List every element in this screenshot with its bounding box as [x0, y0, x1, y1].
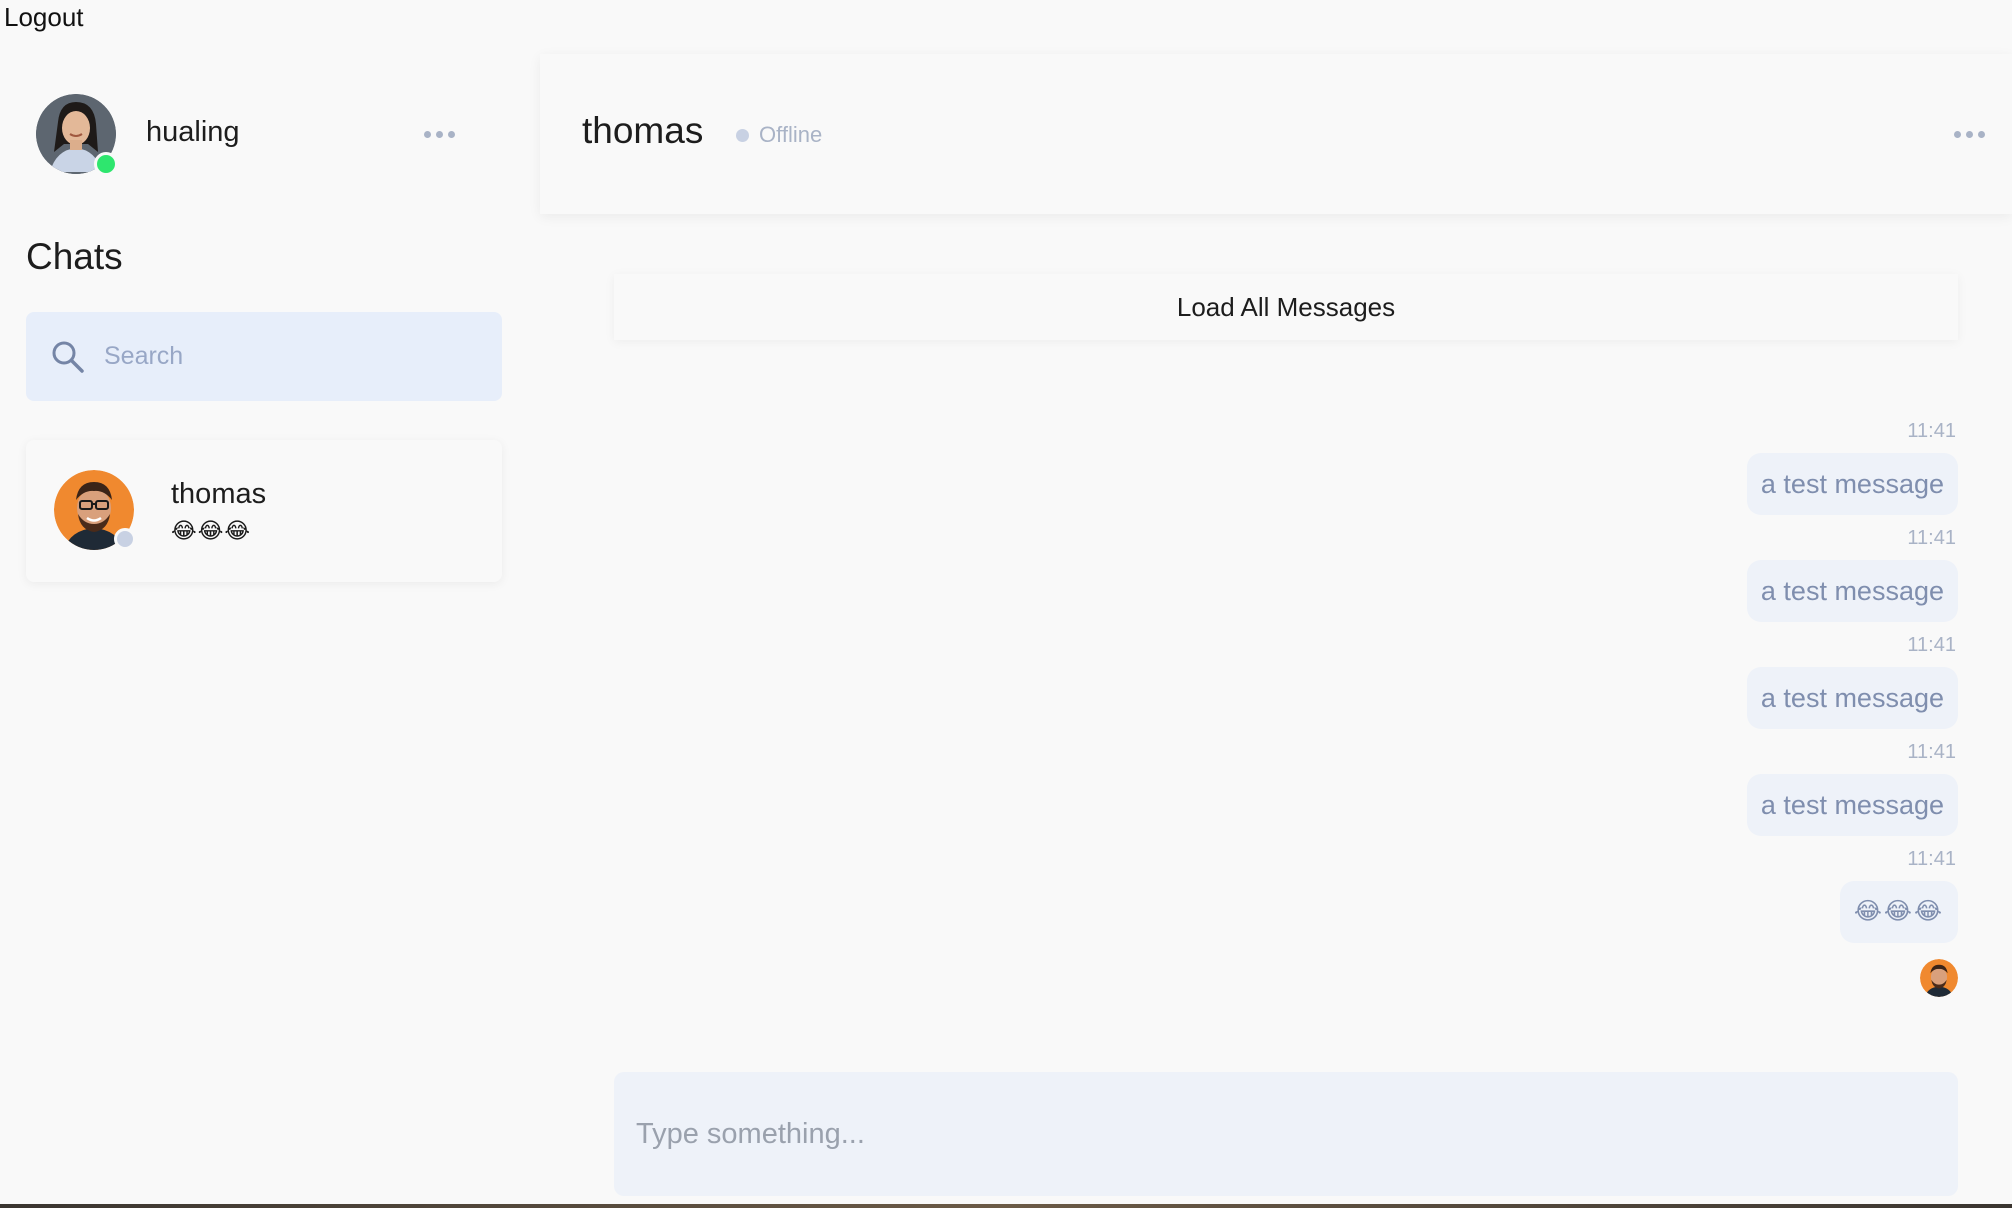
- conversation-header: thomas Offline: [540, 54, 2012, 214]
- offline-status-dot: [114, 528, 136, 550]
- conversation-options-more-icon[interactable]: [1954, 131, 1985, 138]
- search-icon: [52, 341, 84, 373]
- message-timestamp: 11:41: [1907, 848, 1956, 870]
- current-user-name: hualing: [146, 116, 240, 148]
- message-list: 11:41 a test message 11:41 a test messag…: [1358, 420, 1958, 997]
- message-timestamp: 11:41: [1907, 741, 1956, 763]
- message-bubble: 😂😂😂: [1839, 881, 1958, 943]
- message-input[interactable]: [634, 1116, 1934, 1152]
- contact-status: Offline: [736, 122, 822, 148]
- chat-list-item-name: thomas: [171, 478, 267, 510]
- window-bottom-edge: [0, 1204, 2012, 1208]
- chat-app: Logout hualing Chats Search thomas 😂😂😂 t…: [0, 0, 2012, 1208]
- chat-list-item[interactable]: thomas 😂😂😂: [26, 440, 502, 582]
- search-input[interactable]: [102, 341, 482, 372]
- search-bar: [26, 312, 502, 401]
- contact-name: thomas: [582, 110, 704, 151]
- chats-heading: Chats: [26, 236, 123, 277]
- chat-list-item-preview: 😂😂😂: [171, 518, 252, 543]
- message-bubble: a test message: [1746, 667, 1958, 729]
- contact-status-label: Offline: [759, 122, 823, 147]
- message-timestamp: 11:41: [1907, 420, 1956, 442]
- message-timestamp: 11:41: [1907, 527, 1956, 549]
- status-dot-icon: [736, 128, 749, 142]
- online-status-dot: [94, 152, 118, 176]
- message-timestamp: 11:41: [1907, 634, 1956, 656]
- logout-link[interactable]: Logout: [4, 2, 84, 33]
- message-bubble: a test message: [1746, 453, 1958, 515]
- message-composer: [614, 1072, 1958, 1196]
- read-receipt-avatar: [1920, 959, 1958, 997]
- message-bubble: a test message: [1746, 560, 1958, 622]
- user-options-more-icon[interactable]: [424, 131, 455, 138]
- message-bubble: a test message: [1746, 774, 1958, 836]
- load-all-messages-button[interactable]: Load All Messages: [614, 274, 1958, 340]
